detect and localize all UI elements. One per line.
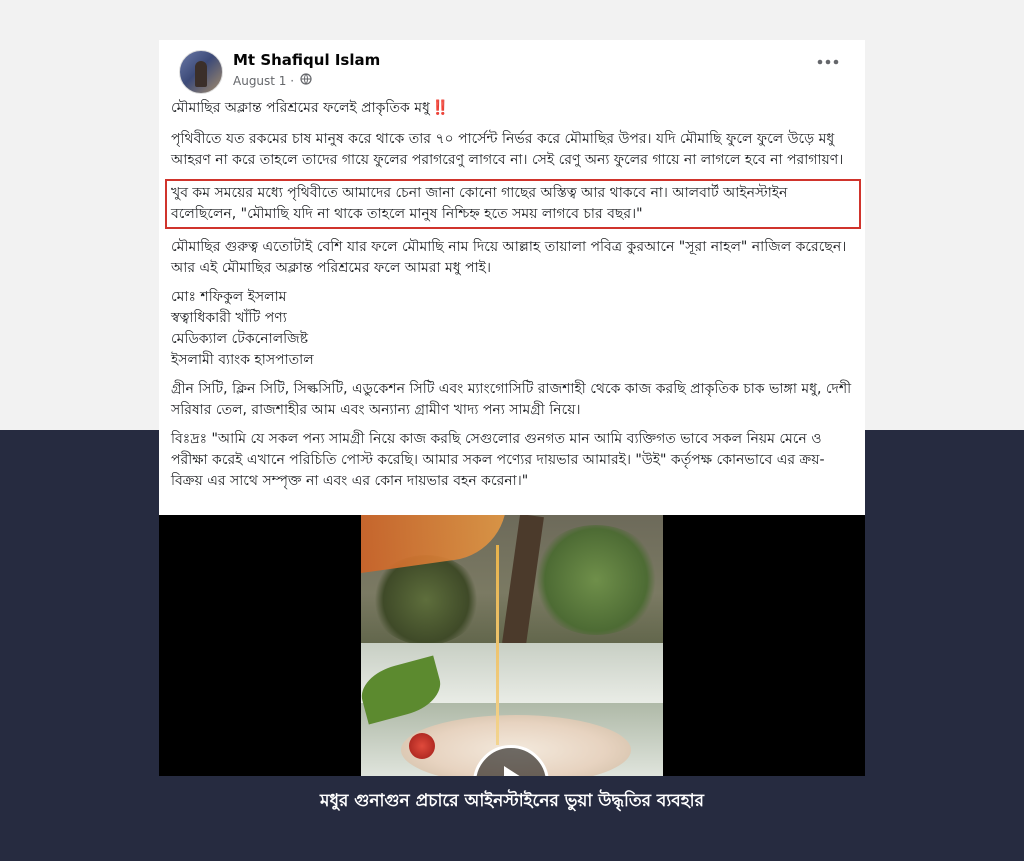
paragraph-disclaimer: বিঃদ্রঃ "আমি যে সকল পন্য সামগ্রী নিয়ে ক…: [171, 431, 825, 489]
tree-foliage: [531, 525, 661, 635]
video-player[interactable]: [159, 515, 865, 776]
signature-line: ইসলামী ব্যাংক হাসপাতাল: [171, 352, 314, 368]
honey-stream: [496, 545, 499, 745]
author-name[interactable]: Mt Shafiqul Islam: [233, 51, 380, 69]
facebook-post: Mt Shafiqul Islam August 1 · মৌমাছির অক্…: [159, 40, 865, 515]
post-body: মৌমাছির অক্লান্ত পরিশ্রমের ফলেই প্রাকৃতি…: [165, 98, 861, 500]
avatar-figure: [195, 61, 207, 87]
signature-line: স্বত্বাধিকারী খাঁটি পণ্য: [171, 310, 287, 326]
signature-line: মোঃ শফিকুল ইসলাম: [171, 289, 287, 305]
paragraph-bee-farming: পৃথিবীতে যত রকমের চাষ মানুষ করে থাকে তার…: [171, 131, 844, 168]
image-caption: মধুর গুনাগুন প্রচারে আইনস্টাইনের ভুয়া উ…: [320, 791, 704, 811]
signature-line: মেডিক্যাল টেকনোলজিষ্ট: [171, 331, 309, 347]
paragraph-products: গ্রীন সিটি, ক্লিন সিটি, সিল্কসিটি, এডুকে…: [171, 381, 852, 418]
video-thumbnail: [361, 515, 663, 776]
highlighted-einstein-quote: খুব কম সময়ের মধ্যে পৃথিবীতে আমাদের চেনা…: [165, 179, 861, 229]
more-options-icon[interactable]: [817, 54, 839, 65]
double-exclamation-emoji: ‼️: [431, 100, 450, 116]
signature-block: মোঃ শফিকুল ইসলাম স্বত্বাধিকারী খাঁটি পণ্…: [171, 287, 855, 371]
post-meta: August 1 ·: [233, 73, 312, 88]
globe-icon: [300, 73, 312, 88]
paragraph-surah-nahl: মৌমাছির গুরুত্ব এতোটাই বেশি যার ফলে মৌমা…: [171, 239, 847, 276]
flower: [409, 733, 435, 759]
post-header: Mt Shafiqul Islam August 1 ·: [169, 40, 855, 98]
play-triangle: [504, 766, 532, 776]
post-title-text: মৌমাছির অক্লান্ত পরিশ্রমের ফলেই প্রাকৃতি…: [171, 100, 430, 116]
avatar[interactable]: [179, 50, 223, 94]
post-date[interactable]: August 1 ·: [233, 74, 294, 88]
post-title: মৌমাছির অক্লান্ত পরিশ্রমের ফলেই প্রাকৃতি…: [171, 98, 855, 119]
